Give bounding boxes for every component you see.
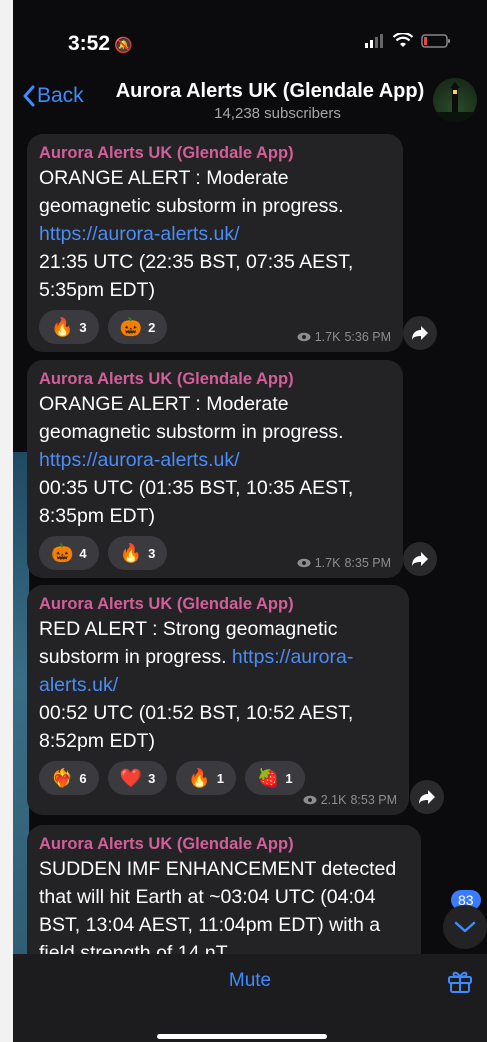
heart-icon: ❤️ [119, 767, 143, 788]
share-button[interactable] [403, 542, 437, 576]
reaction-count: 3 [148, 545, 156, 561]
share-button[interactable] [403, 316, 437, 350]
message-line: 21:35 UTC (22:35 BST, 07:35 AEST, 5:35pm… [39, 251, 354, 301]
message-bubble[interactable]: Aurora Alerts UK (Glendale App) ORANGE A… [27, 134, 403, 352]
message-author[interactable]: Aurora Alerts UK (Glendale App) [39, 593, 395, 615]
reaction-count: 1 [216, 770, 224, 786]
message-time: 5:36 PM [344, 330, 391, 344]
forward-arrow-icon [412, 326, 428, 340]
strawberry-icon: 🍓 [256, 767, 280, 788]
phone-screen: 3:52 🔕 Back Aurora Alerts UK (Glendale Ap… [13, 0, 487, 1042]
message-line: ORANGE ALERT : Moderate geomagnetic subs… [39, 167, 344, 217]
chat-header: Back Aurora Alerts UK (Glendale App) 14,… [13, 70, 487, 128]
message-text: ORANGE ALERT : Moderate geomagnetic subs… [39, 164, 389, 304]
message-meta: 1.7K 8:35 PM [297, 556, 391, 570]
view-count: 1.7K [314, 556, 341, 570]
reaction-chip[interactable]: 🎃 4 [39, 536, 99, 570]
message-time: 8:35 PM [344, 556, 391, 570]
wifi-icon [393, 33, 413, 47]
message-time: 8:53 PM [350, 793, 397, 807]
reaction-count: 6 [79, 770, 87, 786]
status-icons [365, 33, 451, 48]
forward-arrow-icon [412, 552, 428, 566]
fire-icon: 🔥 [188, 767, 211, 788]
mute-bell-icon: 🔕 [114, 37, 133, 54]
mute-button[interactable]: Mute [13, 970, 487, 992]
scroll-down-button[interactable] [443, 905, 487, 949]
reaction-chip[interactable]: ❤️‍🔥 6 [39, 761, 99, 795]
chevron-down-icon [454, 921, 476, 933]
views-eye-icon [297, 558, 311, 568]
message-bubble[interactable]: Aurora Alerts UK (Glendale App) RED ALER… [27, 585, 409, 815]
share-button[interactable] [410, 780, 444, 814]
message-meta: 2.1K 8:53 PM [303, 793, 397, 807]
reaction-count: 3 [148, 770, 156, 786]
channel-avatar[interactable] [433, 78, 477, 122]
message-line: 00:35 UTC (01:35 BST, 10:35 AEST, 8:35pm… [39, 477, 354, 527]
battery-icon [421, 33, 450, 48]
message-author[interactable]: Aurora Alerts UK (Glendale App) [39, 833, 407, 855]
message-bubble[interactable]: Aurora Alerts UK (Glendale App) ORANGE A… [27, 360, 403, 578]
message-text: SUDDEN IMF ENHANCEMENT detected that wil… [39, 858, 397, 964]
gift-icon [448, 971, 472, 993]
home-indicator[interactable] [157, 1034, 327, 1039]
bottom-bar: Mute [13, 954, 487, 1042]
reaction-chip[interactable]: ❤️ 3 [107, 761, 168, 795]
reaction-count: 1 [285, 770, 293, 786]
view-count: 1.7K [314, 330, 341, 344]
heart-on-fire-icon: ❤️‍🔥 [51, 767, 74, 788]
reactions: ❤️‍🔥 6 ❤️ 3 🔥 1 🍓 1 [39, 761, 395, 795]
message-author[interactable]: Aurora Alerts UK (Glendale App) [39, 368, 389, 390]
fire-icon: 🔥 [51, 316, 74, 337]
message-link[interactable]: https://aurora-alerts.uk/ [39, 449, 240, 471]
message-text: ORANGE ALERT : Moderate geomagnetic subs… [39, 390, 389, 530]
reaction-count: 2 [148, 319, 156, 335]
reaction-chip[interactable]: 🔥 3 [107, 536, 168, 570]
reaction-chip[interactable]: 🔥 1 [176, 761, 236, 795]
message-link[interactable]: https://aurora-alerts.uk/ [39, 223, 240, 245]
message-line: 00:52 UTC (01:52 BST, 10:52 AEST, 8:52pm… [39, 702, 354, 752]
fire-icon: 🔥 [119, 542, 143, 563]
message-meta: 1.7K 5:36 PM [297, 330, 391, 344]
signal-icon [365, 33, 383, 48]
message-line: ORANGE ALERT : Moderate geomagnetic subs… [39, 393, 344, 443]
forward-arrow-icon [419, 790, 435, 804]
views-eye-icon [297, 332, 311, 342]
view-count: 2.1K [320, 793, 347, 807]
pumpkin-icon: 🎃 [119, 316, 143, 337]
reaction-count: 4 [79, 545, 87, 561]
message-text: RED ALERT : Strong geomagnetic substorm … [39, 615, 395, 755]
reaction-count: 3 [79, 319, 87, 335]
reaction-chip[interactable]: 🔥 3 [39, 310, 99, 344]
reaction-chip[interactable]: 🍓 1 [244, 761, 305, 795]
views-eye-icon [303, 795, 317, 805]
pumpkin-icon: 🎃 [51, 542, 74, 563]
reaction-chip[interactable]: 🎃 2 [107, 310, 168, 344]
status-time: 3:52 🔕 [68, 32, 133, 56]
message-author[interactable]: Aurora Alerts UK (Glendale App) [39, 142, 389, 164]
time-label: 3:52 [68, 32, 111, 55]
gift-button[interactable] [447, 968, 473, 999]
channel-title[interactable]: Aurora Alerts UK (Glendale App) [13, 80, 487, 103]
subscriber-count: 14,238 subscribers [214, 105, 341, 122]
